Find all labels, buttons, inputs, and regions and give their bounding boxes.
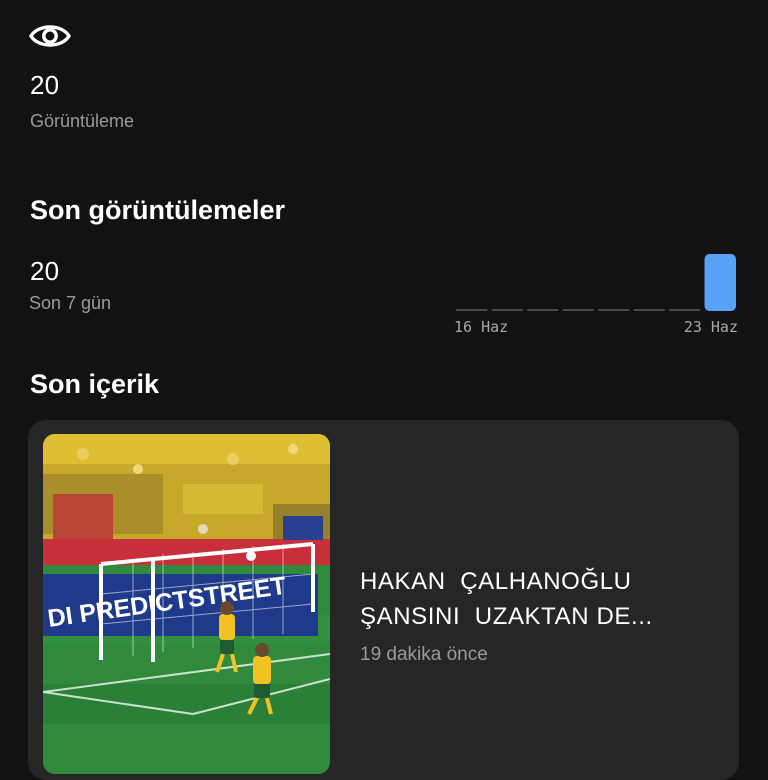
eye-icon: [29, 25, 71, 47]
chart-bar-17-haz: [491, 309, 523, 311]
content-title-line-1: HAKAN ÇALHANOĞLU: [360, 568, 632, 595]
views-count: 20: [30, 70, 60, 100]
recent-content-title: Son içerik: [30, 369, 160, 399]
chart-bar-16-haz: [456, 309, 488, 311]
chart-bar-22-haz: [669, 309, 701, 311]
chart-bar-21-haz: [633, 309, 665, 311]
views-label: Görüntüleme: [30, 111, 135, 131]
views-bar-chart: 16 Haz 23 Haz: [454, 254, 738, 336]
chart-bar-18-haz: [527, 309, 559, 311]
football-match-image: DI PREDICTSTREET: [43, 434, 330, 774]
chart-bar-23-haz: [704, 254, 736, 311]
chart-tick-label-start: 16 Haz: [454, 318, 508, 336]
content-title[interactable]: HAKAN ÇALHANOĞLU ŞANSINI UZAKTAN DE...: [360, 564, 720, 634]
content-thumbnail[interactable]: DI PREDICTSTREET: [43, 434, 330, 774]
chart-bar-20-haz: [598, 309, 630, 311]
content-timestamp: 19 dakika önce: [360, 644, 488, 665]
content-card[interactable]: DI PREDICTSTREET HAKAN ÇALHANOĞLU ŞANSIN…: [28, 420, 739, 780]
content-title-line-2: ŞANSINI UZAKTAN DE...: [360, 603, 653, 630]
recent-views-count: 20: [30, 256, 60, 286]
recent-views-title: Son görüntülemeler: [30, 195, 286, 225]
chart-bar-19-haz: [562, 309, 594, 311]
chart-tick-label-end: 23 Haz: [684, 318, 738, 336]
recent-views-period: Son 7 gün: [29, 293, 112, 313]
